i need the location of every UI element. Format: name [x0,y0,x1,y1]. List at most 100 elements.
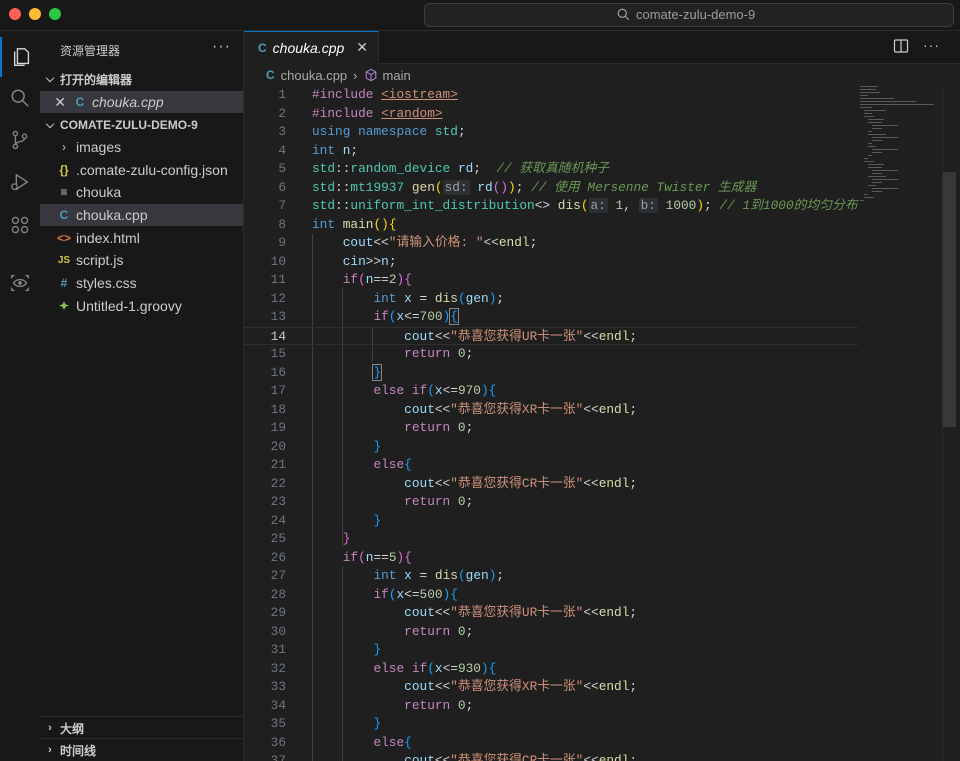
more-actions-icon[interactable]: ··· [923,38,940,54]
file-item-chouka-cpp[interactable]: C chouka.cpp [40,204,243,226]
remote-preview-icon[interactable] [0,263,40,303]
file-label: script.js [76,252,124,268]
tab-chouka-cpp[interactable]: C chouka.cpp ✕ [244,31,379,64]
code-line: 37 cout<<"恭喜您获得CR卡一张"<<endl; [270,753,638,761]
groovy-icon: ✦ [58,299,70,313]
code-line: 1 #include <iostream> [278,87,458,102]
cpp-icon: C [258,41,267,55]
open-editor-item[interactable]: ✕ C chouka.cpp [40,91,243,113]
code-line: 36 else{ [270,734,412,750]
file-item-index-html[interactable]: <> index.html [40,227,243,249]
code-line: 15 return 0; [270,346,474,361]
activity-bar [0,31,41,761]
json-icon: {} [59,163,69,177]
code-line: 12 int x = dis(gen); [270,290,505,306]
tab-label: chouka.cpp [272,40,345,56]
method-cube-icon [365,68,376,82]
file-item-script-js[interactable]: JS script.js [40,249,243,271]
code-line: 33 cout<<"恭喜您获得XR卡一张"<<endl; [270,679,638,694]
file-item-styles-css[interactable]: # styles.css [40,272,243,294]
code-line: 32 else if(x<=930){ [270,660,497,676]
minimize-window-button[interactable] [29,8,41,20]
minimap[interactable] [858,86,938,216]
extensions-icon[interactable] [0,205,40,245]
open-editors-section[interactable]: ⌵ 打开的编辑器 [40,68,243,90]
file-item-chouka[interactable]: ≡ chouka [40,181,243,203]
open-editors-label: 打开的编辑器 [60,72,133,87]
file-label: styles.css [76,275,137,291]
html-icon: <> [56,231,71,245]
command-center-search[interactable]: comate-zulu-demo-9 [424,3,954,27]
code-line: 18 cout<<"恭喜您获得XR卡一张"<<endl; [270,401,638,417]
file-label: chouka.cpp [76,207,148,223]
code-line: 25 } [270,531,351,546]
file-label: Untitled-1.groovy [76,298,182,314]
code-line: 7 std::uniform_int_distribution<> dis(a: … [278,198,858,213]
cpp-icon: C [266,68,275,82]
more-actions-button[interactable]: ··· [212,38,231,56]
outline-section[interactable]: › 大纲 [40,716,243,739]
folder-section[interactable]: ⌵ COMATE-ZULU-DEMO-9 [40,114,243,136]
code-line: 29 cout<<"恭喜您获得UR卡一张"<<endl; [270,605,638,620]
code-line: 22 cout<<"恭喜您获得CR卡一张"<<endl; [270,475,638,491]
outline-label: 大纲 [60,721,85,736]
code-line: 6 std::mt19937 gen(sd: rd()); // 使用 Merse… [278,179,757,195]
code-line: 19 return 0; [270,420,474,435]
chevron-down-icon: ⌵ [45,118,55,131]
file-item-config-json[interactable]: {} .comate-zulu-config.json [40,159,243,181]
code-line: 20 } [270,438,382,454]
code-line: 23 return 0; [270,494,474,509]
code-line: 24 } [270,512,382,528]
code-line: 35 } [270,716,382,731]
timeline-label: 时间线 [60,743,97,758]
text-file-icon: ≡ [60,185,68,199]
code-line: 13 if(x<=700){ [270,308,459,325]
file-label: .comate-zulu-config.json [76,162,228,178]
code-line: 17 else if(x<=970){ [270,383,497,398]
code-line: 5 std::random_device rd; // 获取真随机种子 [278,161,609,176]
code-line: 16 } [270,363,383,381]
code-line: 27 int x = dis(gen); [270,568,505,583]
code-editor[interactable]: 1 #include <iostream> 2 #include <random> … [244,86,960,761]
open-editor-label: chouka.cpp [92,94,164,110]
code-line: 30 return 0; [270,623,474,639]
file-item-untitled-groovy[interactable]: ✦ Untitled-1.groovy [40,295,243,317]
breadcrumb-file[interactable]: chouka.cpp [281,68,348,83]
code-line: 4 int n; [278,142,359,158]
code-line: 34 return 0; [270,697,474,713]
close-window-button[interactable] [9,8,21,20]
explorer-sidebar: 资源管理器 ··· ⌵ 打开的编辑器 ✕ C chouka.cpp ⌵ COMA… [40,31,244,761]
timeline-section[interactable]: › 时间线 [40,738,243,761]
file-item-images[interactable]: › images [40,136,243,158]
close-icon[interactable]: ✕ [40,94,66,111]
search-icon[interactable] [0,78,40,118]
code-line: 8 int main(){ [278,216,397,232]
maximize-window-button[interactable] [49,8,61,20]
breadcrumb: C chouka.cpp › main [244,64,960,86]
code-line: 9 cout<<"请输入价格: "<<endl; [278,235,538,250]
chevron-down-icon: ⌵ [45,72,55,85]
vertical-scrollbar[interactable] [942,86,957,761]
code-line: 2 #include <random> [278,105,443,121]
cpp-icon: C [75,95,85,109]
close-icon[interactable]: ✕ [356,39,368,56]
chevron-right-icon: › [353,67,358,83]
code-line: 26 if(n==5){ [270,549,412,565]
source-control-icon[interactable] [0,120,40,160]
split-editor-icon[interactable] [893,38,909,54]
run-debug-icon[interactable] [0,162,40,202]
file-label: index.html [76,230,140,246]
breadcrumb-symbol[interactable]: main [383,68,411,83]
code-line: 31 } [270,642,382,657]
explorer-icon[interactable] [0,37,42,77]
scrollbar-thumb[interactable] [943,172,956,427]
file-label: images [76,139,122,155]
code-line: 10 cin>>n; [270,253,397,269]
chevron-right-icon: › [48,722,52,734]
code-line-current: 14 cout<<"恭喜您获得UR卡一张"<<endl; [244,326,858,345]
cpp-icon: C [59,208,69,222]
explorer-title: 资源管理器 [60,44,121,58]
search-icon [617,8,630,21]
chevron-right-icon: › [48,744,52,756]
code-line: 21 else{ [270,457,412,472]
